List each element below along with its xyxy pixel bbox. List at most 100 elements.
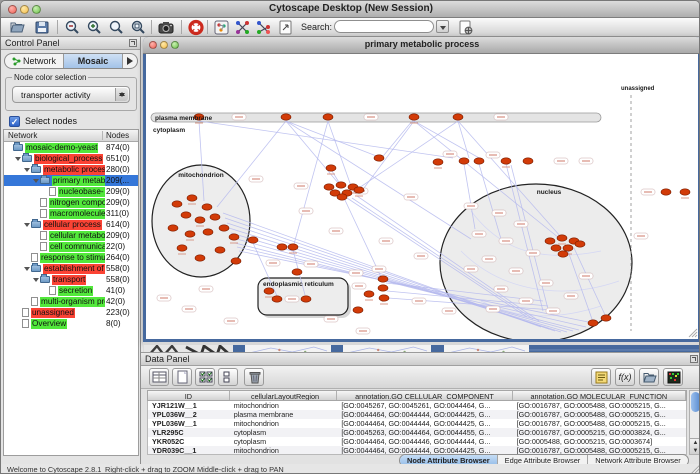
more-tabs-arrow[interactable] <box>123 54 137 68</box>
select-nodes-checkbox[interactable]: ✓ <box>9 116 20 127</box>
resize-grip[interactable] <box>691 465 700 474</box>
import-attributes-icon[interactable] <box>639 368 659 386</box>
file-icon <box>22 319 29 328</box>
tree-row[interactable]: establishment of lo558(0) <box>4 263 138 274</box>
table-cell: YKR052C <box>148 437 230 446</box>
svg-text:endoplasmic reticulum: endoplasmic reticulum <box>263 281 334 288</box>
table-row[interactable]: YKR052Ccytoplasm[GO:0044464, GO:0044446,… <box>148 437 686 446</box>
new-attribute-icon[interactable] <box>172 368 192 386</box>
session-editor-icon[interactable] <box>457 19 475 36</box>
tree-row[interactable]: primary metabo209(... <box>4 175 138 186</box>
tree-row[interactable]: secretion41(0) <box>4 285 138 296</box>
table-cell: YLR295C <box>148 428 230 437</box>
table-cell: [GO:0016787, GO:0005488, GO:0005215, G..… <box>513 410 686 419</box>
control-panel: Control Panel Network Mosaic Node color … <box>1 37 141 464</box>
node-color-dropdown[interactable]: transporter activity <box>12 86 130 103</box>
snapshot-camera-icon[interactable] <box>157 19 175 36</box>
tree-row-nodes-count: 209(0) <box>106 231 130 240</box>
open-folder-icon[interactable] <box>9 19 27 36</box>
zoom-selected-icon[interactable] <box>129 19 147 36</box>
tree-row-nodes-count: 223(0) <box>106 308 130 317</box>
tree-row[interactable]: biological_process651(0) <box>4 153 138 164</box>
tree-row-label: biological_process <box>34 154 103 164</box>
delete-attribute-icon[interactable] <box>244 368 264 386</box>
table-row[interactable]: YJR121W__1mitochondrion[GO:0045267, GO:0… <box>148 401 686 410</box>
status-zoom-hint: Right-click + drag to ZOOM <box>105 465 195 474</box>
scrollbar-thumb[interactable] <box>691 392 700 412</box>
file-icon <box>31 253 38 262</box>
network-canvas[interactable]: plasma membranecytoplasmmitochondrionnuc… <box>146 54 698 339</box>
attribute-table-icon[interactable] <box>149 368 169 386</box>
table-cell: [GO:0045267, GO:0045261, GO:0044464, G..… <box>337 401 512 410</box>
tree-row[interactable]: mosaic-demo-yeast874(0) <box>4 142 138 153</box>
attribute-list-icon[interactable] <box>591 368 611 386</box>
file-icon <box>49 187 56 196</box>
table-scrollbar[interactable]: ▲▼ <box>689 390 700 455</box>
table-cell: YPL036W__1 <box>148 419 230 428</box>
zoom-in-icon[interactable] <box>85 19 103 36</box>
tree-row[interactable]: response to stimulu264(0) <box>4 252 138 263</box>
select-nodes-row: ✓ Select nodes <box>9 115 77 127</box>
tree-row[interactable]: metabolic process280(0) <box>4 164 138 175</box>
tree-row-nodes-count: 280(0) <box>106 165 130 174</box>
column-header[interactable]: _cellularLayoutRegion <box>230 391 338 400</box>
data-panel-header: Data Panel <box>141 353 700 366</box>
svg-text:plasma membrane: plasma membrane <box>155 115 212 122</box>
zoom-out-icon[interactable] <box>63 19 81 36</box>
help-ring-icon[interactable] <box>187 19 205 36</box>
tree-row-nodes-count: 22(0) <box>106 242 125 251</box>
network-tree: Network Nodes mosaic-demo-yeast874(0)bio… <box>3 129 139 456</box>
folder-icon <box>31 221 41 228</box>
tree-row-label: Overview <box>31 319 67 329</box>
float-panel-icon[interactable] <box>690 355 698 363</box>
folder-icon <box>22 155 32 162</box>
search-input[interactable] <box>334 20 434 33</box>
table-row[interactable]: YPL036W__2plasma membrane[GO:0044464, GO… <box>148 410 686 419</box>
window-titlebar: Cytoscape Desktop (New Session) <box>1 1 700 18</box>
table-cell: mitochondrion <box>230 446 338 455</box>
zoom-fit-icon[interactable] <box>107 19 125 36</box>
column-header[interactable]: annotation.GO MOLECULAR_FUNCTION <box>513 391 686 400</box>
annotation-icon[interactable] <box>277 19 295 36</box>
file-icon <box>49 286 56 295</box>
save-icon[interactable] <box>33 19 51 36</box>
tree-row[interactable]: cell communicat22(0) <box>4 241 138 252</box>
unselect-attributes-icon[interactable] <box>218 368 238 386</box>
table-cell: mitochondrion <box>230 401 338 410</box>
select-attributes-icon[interactable] <box>195 368 215 386</box>
layout-2-icon[interactable] <box>255 19 273 36</box>
tree-row[interactable]: nitrogen compo209(0) <box>4 197 138 208</box>
tree-row-label: primary metabo <box>52 176 105 186</box>
table-cell: [GO:0016787, GO:0005488, GO:0005215, G..… <box>513 419 686 428</box>
folder-icon <box>13 144 23 151</box>
column-header[interactable]: ID <box>148 391 230 400</box>
tab-mosaic[interactable]: Mosaic <box>64 54 123 68</box>
formula-builder-icon[interactable]: f(x) <box>615 368 635 386</box>
table-cell: cytoplasm <box>230 437 338 446</box>
tab-network[interactable]: Network <box>5 54 64 68</box>
tree-row[interactable]: macromolecule311(0) <box>4 208 138 219</box>
file-icon <box>40 209 47 218</box>
tree-row[interactable]: multi-organism pro42(0) <box>4 296 138 307</box>
tree-row[interactable]: nucleobase-209(0) <box>4 186 138 197</box>
table-row[interactable]: YLR295Ccytoplasm[GO:0045263, GO:0044464,… <box>148 428 686 437</box>
select-nodes-label: Select nodes <box>25 116 77 126</box>
network-overview-icon[interactable] <box>213 19 231 36</box>
tree-row[interactable]: Overview8(0) <box>4 318 138 329</box>
table-row[interactable]: YPL036W__1mitochondrion[GO:0044464, GO:0… <box>148 419 686 428</box>
matrix-view-icon[interactable] <box>663 368 683 386</box>
scrollbar-arrows[interactable]: ▲▼ <box>690 438 700 454</box>
background-windows-strip <box>143 342 700 352</box>
tree-row[interactable]: unassigned223(0) <box>4 307 138 318</box>
data-panel-title: Data Panel <box>145 354 190 364</box>
tree-row-nodes-count: 558(0) <box>106 264 130 273</box>
tree-row-nodes-count: 874(0) <box>106 143 130 152</box>
network-window-titlebar[interactable]: primary metabolic process <box>143 37 700 54</box>
float-panel-icon[interactable] <box>129 39 137 47</box>
search-combo-arrow[interactable] <box>436 20 449 33</box>
tree-row[interactable]: cellular process614(0) <box>4 219 138 230</box>
column-header[interactable]: annotation.GO CELLULAR_COMPONENT <box>337 391 512 400</box>
layout-1-icon[interactable] <box>234 19 252 36</box>
tree-row[interactable]: cellular metabo209(0) <box>4 230 138 241</box>
tree-row[interactable]: transport558(0) <box>4 274 138 285</box>
